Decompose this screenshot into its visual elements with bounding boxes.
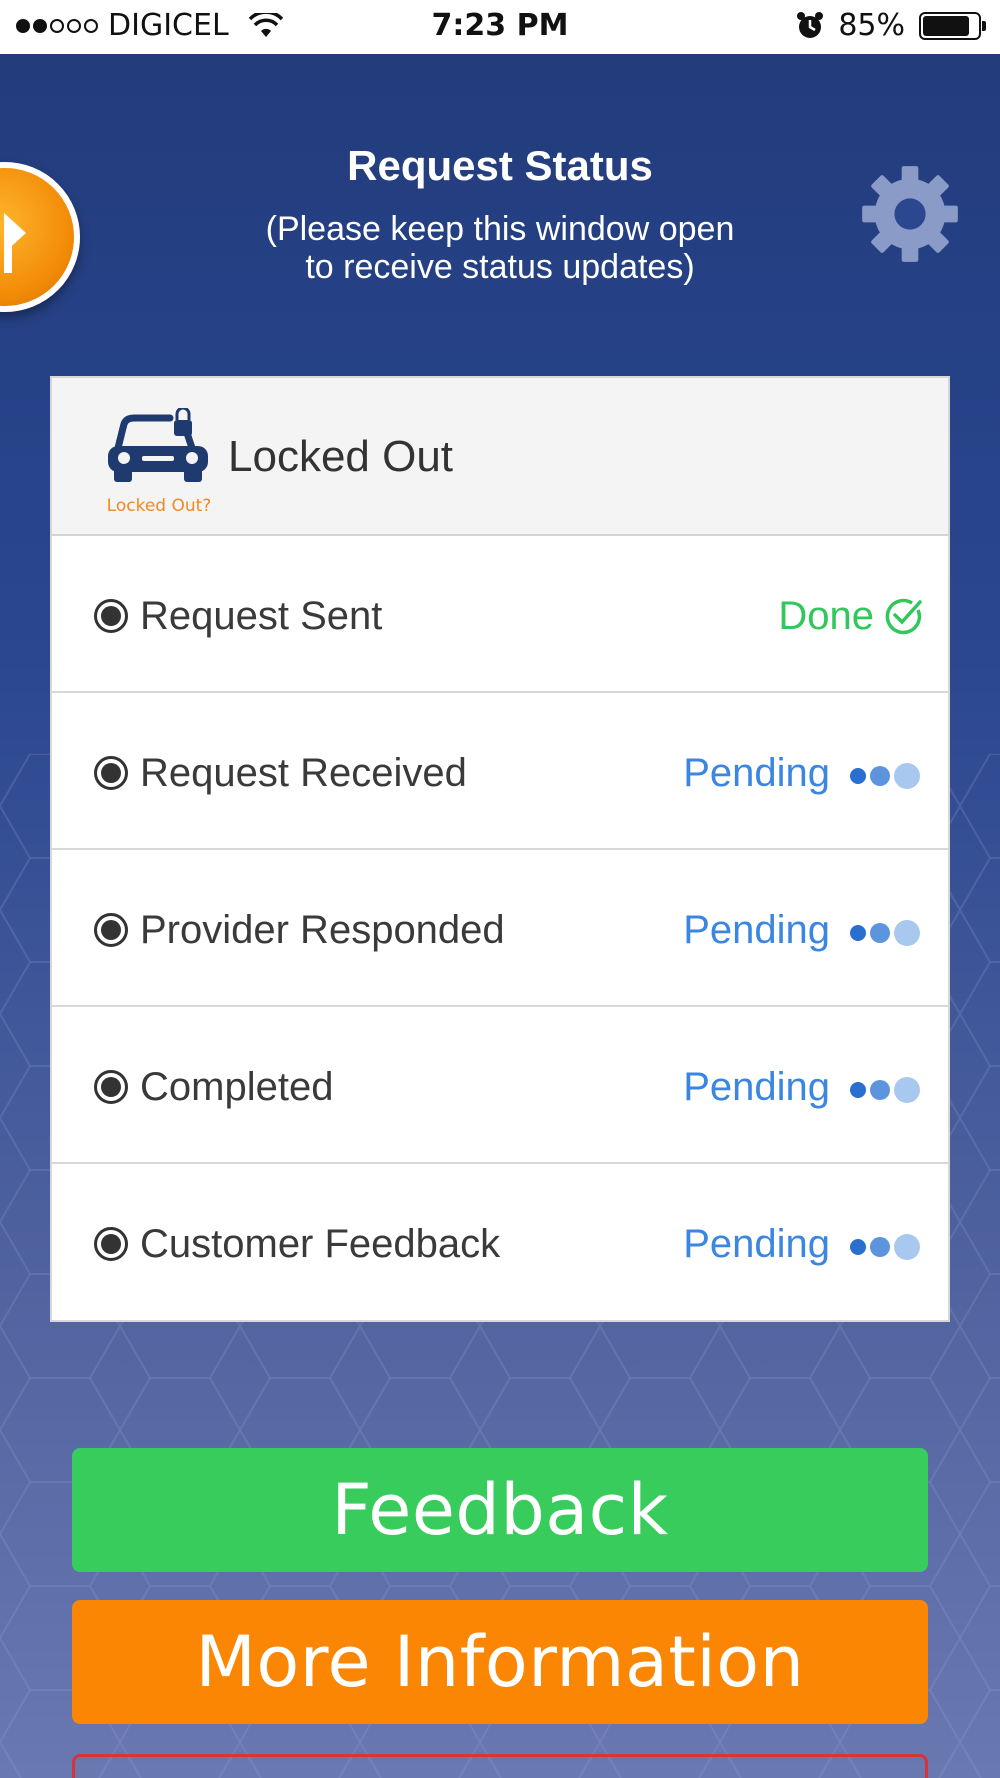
gear-icon[interactable] <box>858 162 962 266</box>
status-row-completed: Completed Pending <box>52 1007 948 1164</box>
status-bar: DIGICEL 7:23 PM 85% <box>0 0 1000 54</box>
loading-dots-icon <box>850 1077 920 1103</box>
service-icon-caption: Locked Out? <box>106 496 212 516</box>
loading-dots-icon <box>850 763 920 789</box>
car-lock-icon <box>108 408 208 482</box>
status-row-label: Customer Feedback <box>140 1222 501 1266</box>
status-row-label: Request Received <box>140 751 467 795</box>
status-row-value: Pending <box>683 908 830 952</box>
status-card: Locked Out? Locked Out Request Sent Done… <box>50 376 950 1322</box>
feedback-button[interactable]: Feedback <box>72 1448 928 1572</box>
alarm-clock-icon <box>797 11 824 38</box>
status-row-label: Request Sent <box>140 594 383 638</box>
page-title: Request Status <box>347 142 653 189</box>
radio-bullet-icon <box>94 1227 128 1261</box>
status-right: 85% <box>796 8 986 43</box>
cancel-button-partial[interactable] <box>72 1754 928 1778</box>
radio-bullet-icon <box>94 1070 128 1104</box>
status-row-customer-feedback: Customer Feedback Pending <box>52 1164 948 1321</box>
radio-bullet-icon <box>94 756 128 790</box>
checkmark-circle-icon <box>885 598 922 635</box>
status-row-label: Completed <box>140 1065 334 1109</box>
arrow-icon <box>4 213 26 273</box>
page-subtitle: (Please keep this window open to receive… <box>265 210 735 286</box>
loading-dots-icon <box>850 920 920 946</box>
status-row-value: Pending <box>683 1222 830 1266</box>
service-header: Locked Out? Locked Out <box>52 378 948 536</box>
loading-dots-icon <box>850 1234 920 1260</box>
battery-percent: 85% <box>838 8 905 43</box>
status-row-request-sent: Request Sent Done <box>52 536 948 693</box>
status-row-value: Pending <box>683 751 830 795</box>
status-row-value: Done <box>778 594 874 638</box>
radio-bullet-icon <box>94 599 128 633</box>
status-row-provider-responded: Provider Responded Pending <box>52 850 948 1007</box>
status-row-request-received: Request Received Pending <box>52 693 948 850</box>
radio-bullet-icon <box>94 913 128 947</box>
status-row-label: Provider Responded <box>140 908 505 952</box>
status-row-value: Pending <box>683 1065 830 1109</box>
screen-background: Request Status (Please keep this window … <box>0 54 1000 1778</box>
service-title: Locked Out <box>228 432 454 481</box>
more-information-button[interactable]: More Information <box>72 1600 928 1724</box>
battery-icon <box>919 11 986 40</box>
